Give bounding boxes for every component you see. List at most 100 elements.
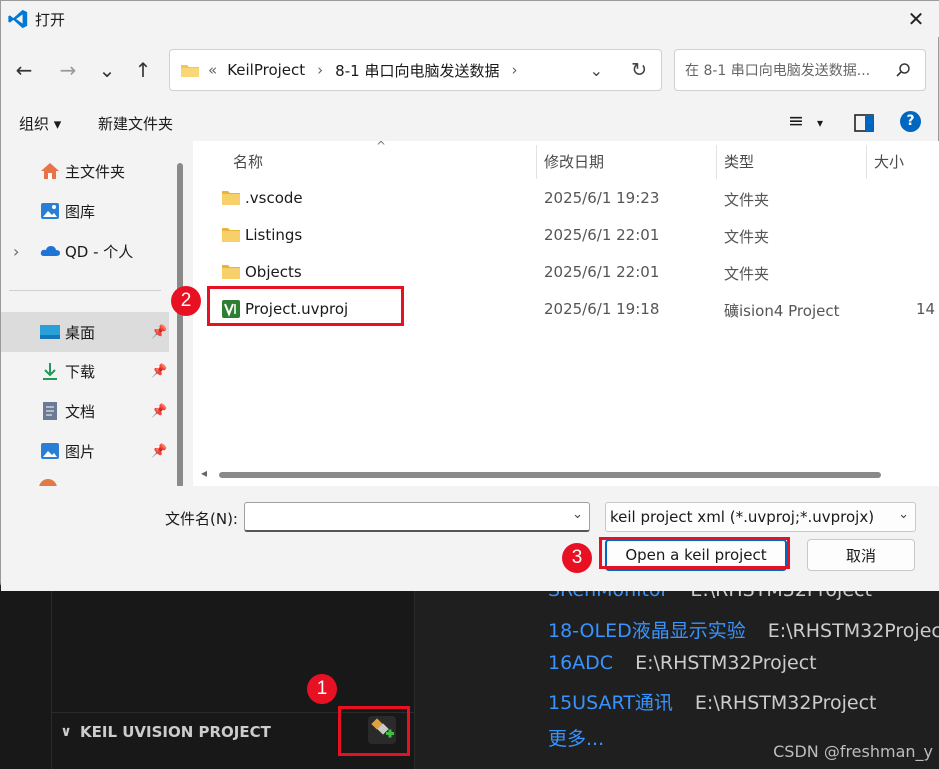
- column-divider[interactable]: [866, 145, 867, 179]
- recent-item[interactable]: 18-OLED液晶显示实验 E:\RHSTM32Project: [548, 616, 939, 643]
- nav-item-label: 桌面: [65, 323, 96, 342]
- vscode-logo-icon: [8, 9, 28, 29]
- view-dropdown-icon[interactable]: ▾: [817, 116, 823, 130]
- nav-item-home[interactable]: 主文件夹: [1, 152, 169, 190]
- onedrive-icon: [40, 246, 60, 256]
- breadcrumb-separator[interactable]: ›: [317, 61, 323, 79]
- column-header-type[interactable]: 类型: [724, 151, 754, 172]
- nav-item-downloads[interactable]: 下载 📌: [1, 352, 169, 390]
- search-box[interactable]: 在 8-1 串口向电脑发送数据...: [674, 49, 926, 91]
- filetype-value: keil project xml (*.uvproj;*.uvprojx): [610, 508, 875, 526]
- nav-item-gallery[interactable]: 图库: [1, 192, 169, 230]
- file-name: Objects: [245, 263, 302, 281]
- filename-label: 文件名(N):: [165, 510, 238, 528]
- recent-path: E:\RHSTM32Project: [767, 620, 939, 642]
- horizontal-scrollbar[interactable]: ◂: [193, 466, 939, 482]
- pin-icon[interactable]: 📌: [151, 325, 167, 340]
- navigation-row: ← → ⌄ ↑ « KeilProject › 8-1 串口向电脑发送数据 › …: [1, 41, 939, 99]
- file-modified: 2025/6/1 22:01: [544, 226, 660, 244]
- nav-item-label: 下载: [65, 362, 96, 381]
- nav-item-onedrive[interactable]: › QD - 个人: [1, 232, 169, 270]
- annotation-badge-3: 3: [562, 543, 592, 573]
- file-row[interactable]: .vscode 2025/6/1 19:23 文件夹: [209, 181, 939, 217]
- chevron-down-icon[interactable]: ⌄: [898, 507, 909, 522]
- nav-item-desktop[interactable]: 桌面 📌: [1, 312, 169, 352]
- recent-item[interactable]: 16ADC E:\RHSTM32Project: [548, 652, 817, 674]
- pin-icon[interactable]: 📌: [151, 404, 167, 419]
- column-divider[interactable]: [536, 145, 537, 179]
- file-type: 文件夹: [724, 191, 770, 209]
- file-size: 14: [916, 300, 936, 318]
- scroll-thumb[interactable]: [219, 472, 881, 478]
- recent-path: E:\RHSTM32Project: [635, 652, 817, 674]
- column-divider[interactable]: [716, 145, 717, 179]
- back-arrow-icon[interactable]: ←: [10, 58, 38, 82]
- help-icon[interactable]: ?: [900, 111, 921, 132]
- section-title: KEIL UVISION PROJECT: [80, 722, 271, 741]
- column-header-modified[interactable]: 修改日期: [544, 151, 604, 172]
- folder-icon: [181, 65, 199, 77]
- column-header-size[interactable]: 大小: [874, 151, 904, 172]
- breadcrumb-current[interactable]: 8-1 串口向电脑发送数据: [335, 60, 499, 81]
- filename-input[interactable]: ⌄: [244, 502, 590, 532]
- search-input[interactable]: 在 8-1 串口向电脑发送数据...: [685, 60, 870, 80]
- breadcrumb-separator[interactable]: ›: [511, 61, 517, 79]
- music-icon: [39, 479, 57, 486]
- more-link[interactable]: 更多...: [548, 724, 604, 751]
- annotation-box-3: [599, 537, 790, 569]
- file-type: 文件夹: [724, 265, 770, 283]
- pin-icon[interactable]: 📌: [151, 364, 167, 379]
- preview-pane-icon[interactable]: [854, 114, 874, 132]
- cancel-button[interactable]: 取消: [807, 539, 915, 571]
- dialog-title: 打开: [35, 10, 66, 29]
- folder-icon: [222, 191, 240, 205]
- new-folder-button[interactable]: 新建文件夹: [98, 113, 173, 134]
- refresh-icon[interactable]: ↻: [631, 59, 647, 81]
- folder-icon: [222, 265, 240, 279]
- scroll-left-icon[interactable]: ◂: [201, 466, 207, 480]
- nav-item-label: 主文件夹: [65, 162, 126, 181]
- nav-item-documents[interactable]: 文档 📌: [1, 392, 169, 430]
- recent-name: 18-OLED液晶显示实验: [548, 620, 746, 642]
- nav-item-label: 图库: [65, 202, 96, 221]
- expand-chevron-icon[interactable]: ›: [13, 242, 19, 261]
- dialog-footer: 文件名(N): ⌄ keil project xml (*.uvproj;*.u…: [1, 486, 939, 591]
- activity-bar: [0, 590, 52, 769]
- recent-name: 15USART通讯: [548, 692, 673, 714]
- file-name: .vscode: [245, 189, 303, 207]
- pin-icon[interactable]: 📌: [151, 444, 167, 459]
- chevron-down-icon[interactable]: ⌄: [572, 507, 583, 522]
- annotation-box-2: [207, 286, 404, 326]
- nav-item-label: 文档: [65, 402, 96, 421]
- nav-scrollbar[interactable]: [177, 163, 183, 488]
- filetype-select[interactable]: keil project xml (*.uvproj;*.uvprojx) ⌄: [605, 502, 916, 532]
- watermark: CSDN @freshman_y: [773, 742, 933, 761]
- search-icon: [896, 63, 910, 77]
- file-modified: 2025/6/1 19:18: [544, 300, 660, 318]
- organize-menu[interactable]: 组织 ▾: [19, 113, 61, 134]
- breadcrumb-keilproject[interactable]: KeilProject: [227, 61, 305, 79]
- up-arrow-icon[interactable]: ↑: [129, 58, 157, 82]
- overflow-chevron[interactable]: «: [208, 61, 217, 79]
- command-bar: 组织 ▾ 新建文件夹 ≡ ▾ ?: [1, 103, 939, 143]
- recent-item[interactable]: 15USART通讯 E:\RHSTM32Project: [548, 688, 876, 715]
- address-bar[interactable]: « KeilProject › 8-1 串口向电脑发送数据 › ⌄ ↻: [169, 49, 662, 91]
- sort-ascending-icon: ^: [376, 139, 387, 153]
- pictures-icon: [41, 443, 59, 459]
- gallery-icon: [41, 203, 59, 219]
- nav-divider: [9, 290, 161, 291]
- recent-locations-icon[interactable]: ⌄: [93, 58, 121, 82]
- folder-icon: [222, 228, 240, 242]
- navigation-pane: 主文件夹 图库 › QD - 个人 桌面 📌 下载 📌 文档 📌 图片 📌: [1, 141, 173, 486]
- address-dropdown-icon[interactable]: ⌄: [590, 61, 603, 80]
- desktop-icon: [40, 325, 60, 339]
- view-options-icon[interactable]: ≡: [788, 110, 804, 132]
- file-modified: 2025/6/1 22:01: [544, 263, 660, 281]
- close-icon[interactable]: ✕: [904, 7, 928, 31]
- forward-arrow-icon[interactable]: →: [54, 58, 82, 82]
- file-row[interactable]: Listings 2025/6/1 22:01 文件夹: [209, 218, 939, 254]
- nav-item-pictures[interactable]: 图片 📌: [1, 432, 169, 470]
- column-header-name[interactable]: 名称: [233, 151, 263, 172]
- file-type: 礦ision4 Project: [724, 302, 840, 320]
- annotation-box-1: [338, 706, 410, 756]
